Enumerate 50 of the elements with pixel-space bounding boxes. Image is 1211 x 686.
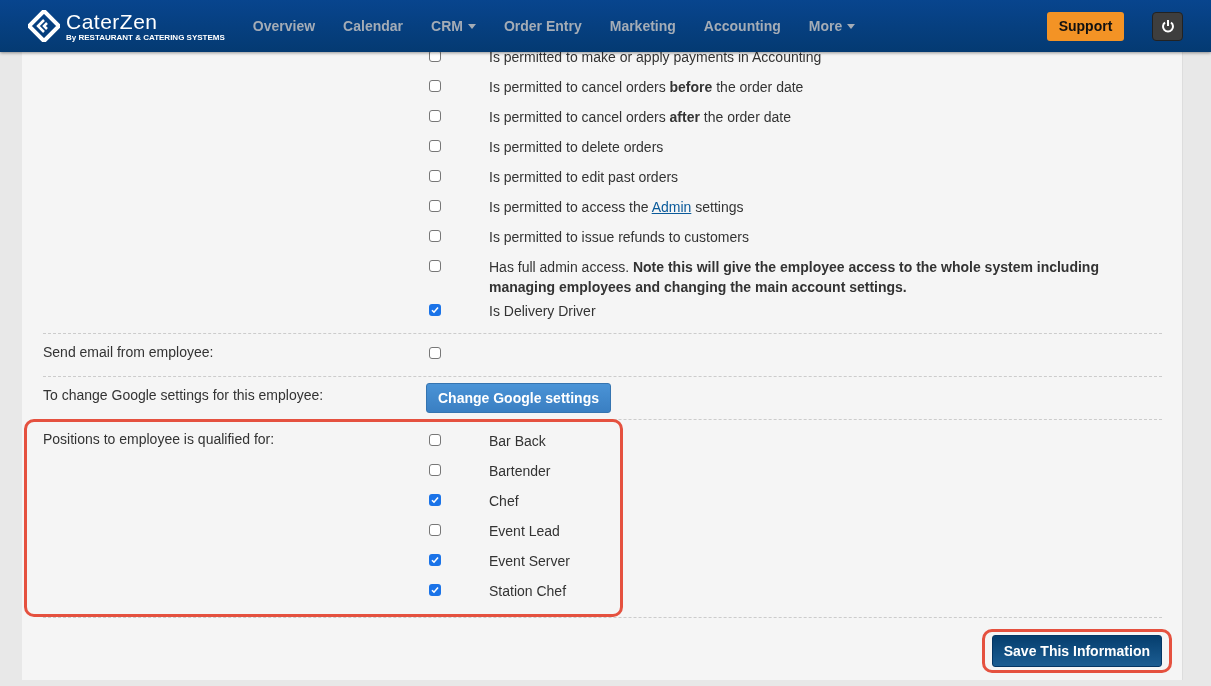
- permission-text: Has full admin access. Note this will give the employee access to the whole system including managing employees and changing the main account settings.: [489, 258, 1100, 297]
- position-label: Event Server: [489, 552, 571, 571]
- nav-link[interactable]: Calendar: [329, 18, 417, 34]
- checkbox[interactable]: [429, 584, 441, 596]
- field-label: Positions to employee is qualified for:: [43, 430, 276, 449]
- field-label: To change Google settings for this employee:: [43, 386, 325, 405]
- permission-text: Is permitted to make or apply payments in Accounting: [489, 52, 823, 67]
- nav-link[interactable]: CRM: [417, 18, 490, 34]
- checkbox[interactable]: [429, 110, 441, 122]
- permission-text: Is Delivery Driver: [489, 302, 597, 321]
- save-button[interactable]: Save This Information: [991, 635, 1162, 667]
- logo-name: CaterZen: [66, 10, 159, 33]
- position-label: Event Lead: [489, 522, 561, 541]
- field-label: Send email from employee:: [43, 343, 215, 362]
- position-label: Station Chef: [489, 582, 568, 601]
- checkbox[interactable]: [429, 554, 441, 566]
- checkbox[interactable]: [429, 80, 441, 92]
- checkbox[interactable]: [429, 494, 441, 506]
- power-button[interactable]: [1152, 11, 1183, 41]
- checkbox[interactable]: [429, 260, 441, 272]
- nav-link[interactable]: Accounting: [689, 18, 795, 34]
- permission-text: Is permitted to edit past orders: [489, 168, 680, 187]
- logo-icon: [28, 10, 60, 42]
- checkbox[interactable]: [429, 140, 441, 152]
- position-label: Bar Back: [489, 432, 547, 451]
- checkbox[interactable]: [429, 434, 441, 446]
- checkbox[interactable]: [429, 170, 441, 182]
- permission-text: Is permitted to cancel orders after the order date: [489, 108, 792, 127]
- permission-text: Is permitted to cancel orders before the order date: [489, 78, 805, 97]
- nav-link[interactable]: More: [794, 18, 870, 34]
- change-google-settings-button[interactable]: Change Google settings: [426, 383, 611, 413]
- checkbox[interactable]: [429, 200, 441, 212]
- checkbox[interactable]: [429, 230, 441, 242]
- checkbox[interactable]: [429, 524, 441, 536]
- nav-link[interactable]: Order Entry: [489, 18, 596, 34]
- position-label: Bartender: [489, 462, 552, 481]
- permission-text: Is permitted to access the Admin settings: [489, 198, 745, 217]
- admin-link[interactable]: Admin: [651, 199, 692, 215]
- logo-tagline: By RESTAURANT & CATERING SYSTEMS: [66, 32, 225, 42]
- power-icon: [1160, 19, 1175, 33]
- support-button[interactable]: Support: [1047, 11, 1124, 41]
- permission-text: Is permitted to delete orders: [489, 138, 665, 157]
- permission-text: Is permitted to issue refunds to customers: [489, 228, 750, 247]
- nav-link[interactable]: Overview: [238, 18, 330, 34]
- checkbox[interactable]: [429, 52, 441, 62]
- checkbox[interactable]: [429, 464, 441, 476]
- position-label: Chef: [489, 492, 520, 511]
- nav-link[interactable]: Marketing: [595, 18, 690, 34]
- checkbox[interactable]: [429, 347, 441, 359]
- checkbox[interactable]: [429, 304, 441, 316]
